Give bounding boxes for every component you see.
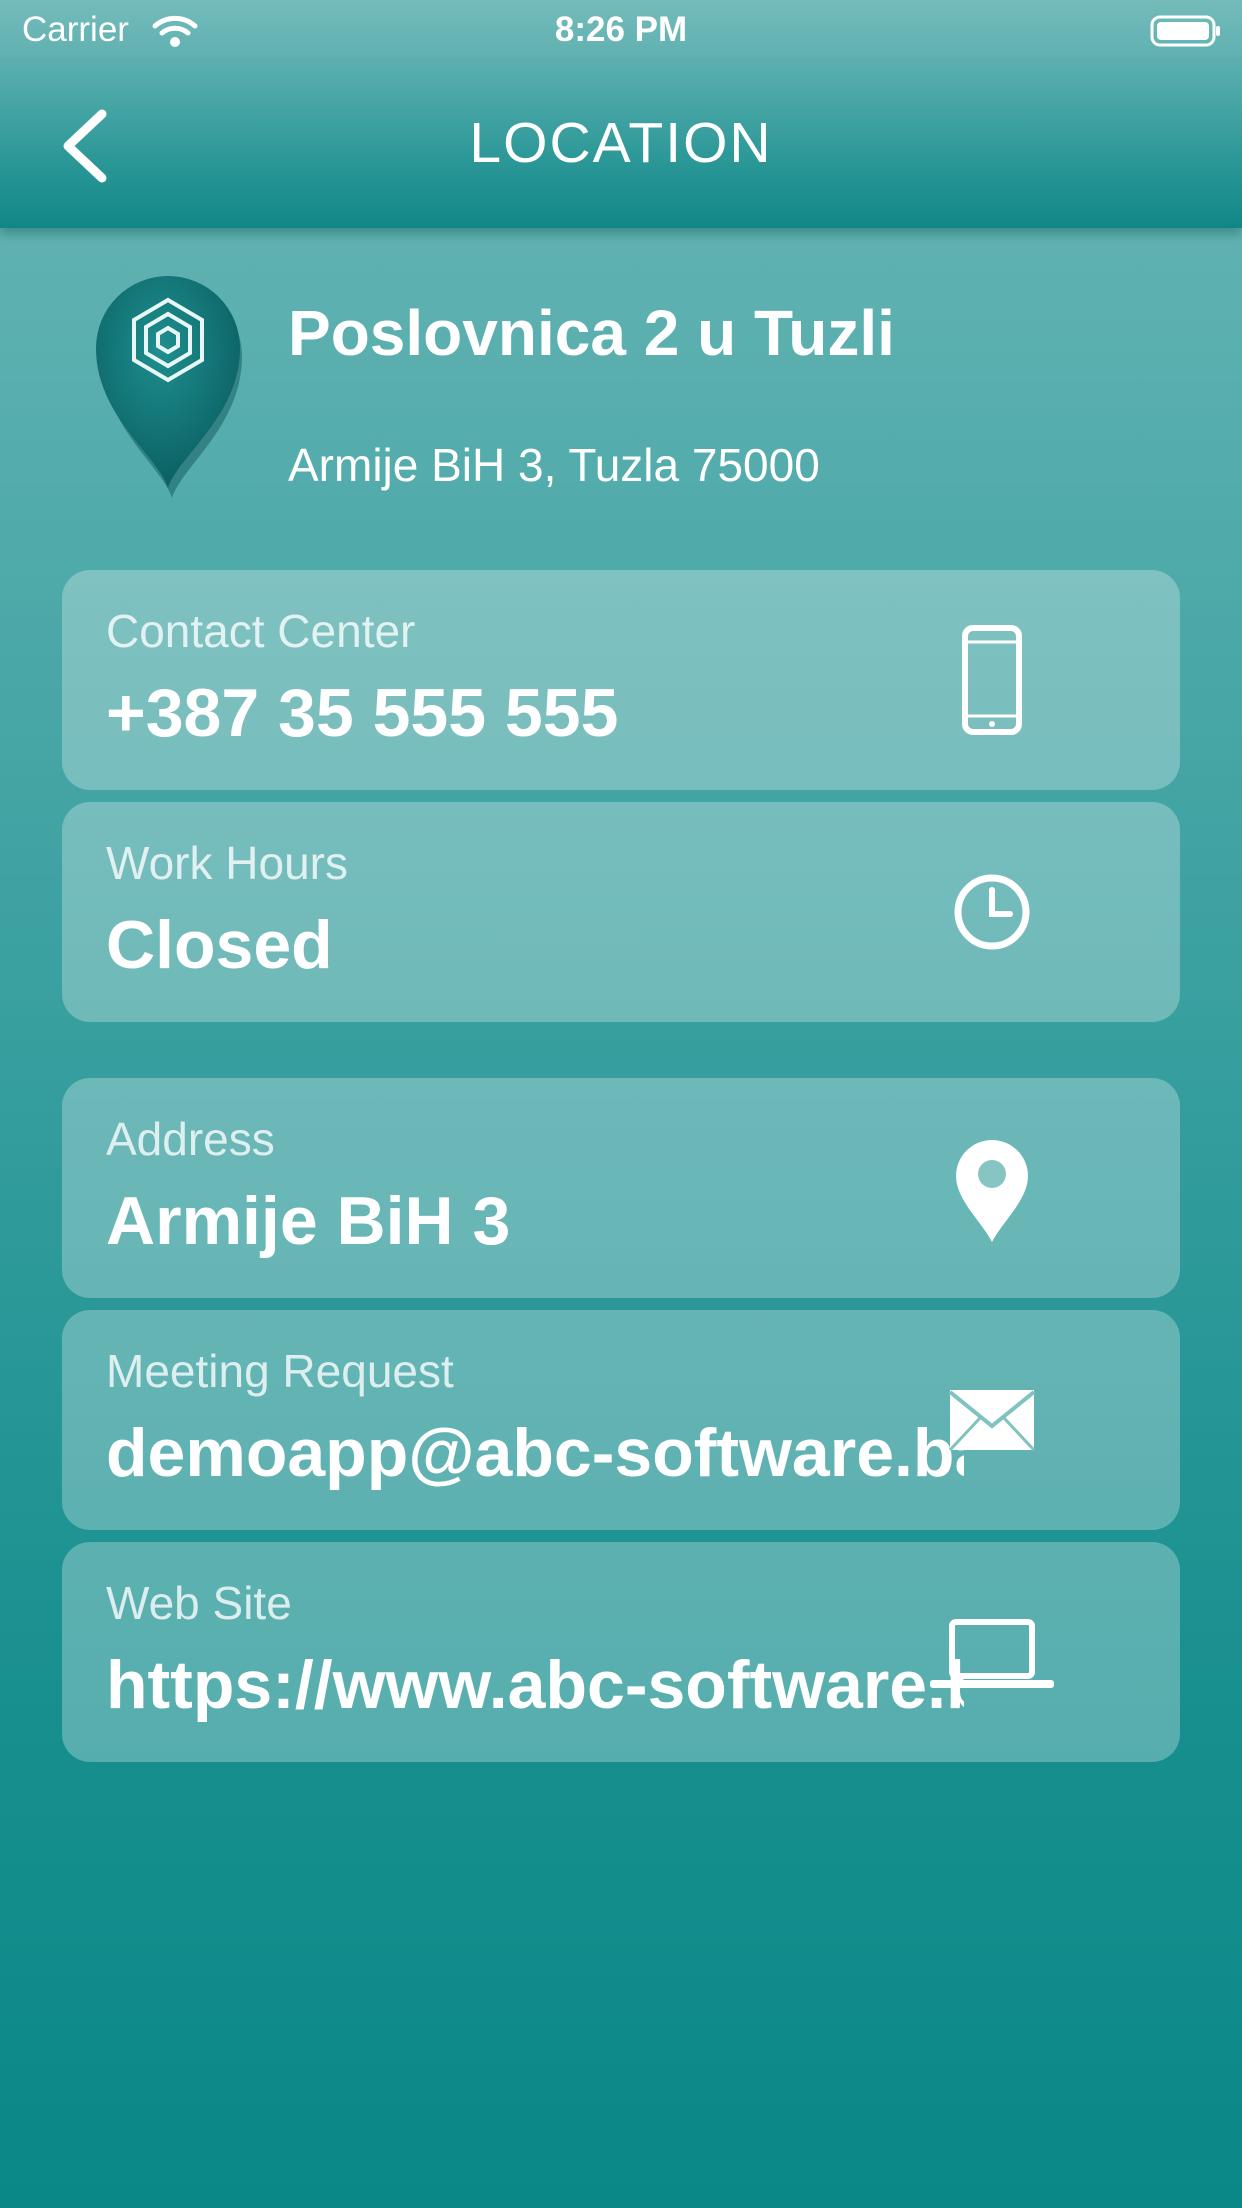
website-card[interactable]: Web Site https://www.abc-software.ba: [62, 1542, 1180, 1762]
nav-bar: LOCATION: [0, 62, 1242, 228]
status-time: 8:26 PM: [554, 10, 688, 49]
card-label: Contact Center: [106, 605, 416, 657]
card-label: Address: [106, 1113, 275, 1165]
status-bar: Carrier 8:26 PM: [0, 0, 1242, 62]
phone-number: +387 35 555 555: [106, 675, 619, 751]
location-pin-icon: [922, 1118, 1062, 1258]
branch-name: Poslovnica 2 u Tuzli: [288, 297, 895, 369]
meeting-request-card[interactable]: Meeting Request demoapp@abc-software.ba: [62, 1310, 1180, 1530]
laptop-icon: [922, 1582, 1062, 1722]
branch-address: Armije BiH 3, Tuzla 75000: [288, 439, 820, 491]
address-value: Armije BiH 3: [106, 1183, 511, 1259]
card-label: Work Hours: [106, 837, 348, 889]
work-hours-value: Closed: [106, 907, 333, 983]
branch-header: Poslovnica 2 u Tuzli Armije BiH 3, Tuzla…: [0, 270, 1242, 510]
envelope-icon: [922, 1350, 1062, 1490]
battery-icon: [1150, 14, 1222, 48]
card-label: Meeting Request: [106, 1345, 454, 1397]
page-title: LOCATION: [469, 111, 773, 175]
email-value: demoapp@abc-software.ba: [106, 1415, 964, 1491]
work-hours-card[interactable]: Work Hours Closed: [62, 802, 1180, 1022]
website-value: https://www.abc-software.ba: [106, 1647, 964, 1723]
contact-center-card[interactable]: Contact Center +387 35 555 555: [62, 570, 1180, 790]
phone-icon: [922, 610, 1062, 750]
map-pin-logo-icon: [88, 270, 248, 500]
clock-icon: [922, 842, 1062, 982]
card-label: Web Site: [106, 1577, 292, 1629]
address-card[interactable]: Address Armije BiH 3: [62, 1078, 1180, 1298]
